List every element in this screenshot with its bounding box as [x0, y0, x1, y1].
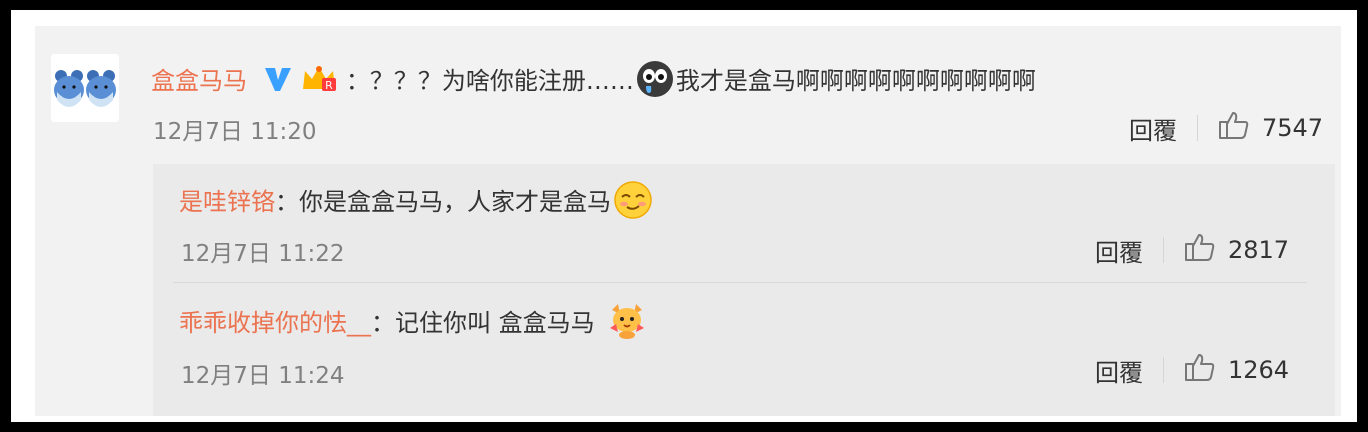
comment-text-part1: ：？？？为啥你能注册……	[345, 67, 634, 95]
smirk-emoji-icon	[613, 180, 653, 226]
reply-username[interactable]: 乖乖收掉你的怯__	[179, 309, 371, 337]
action-divider	[1197, 115, 1198, 141]
crying-emoji-icon	[636, 60, 674, 104]
thumbs-up-icon	[1218, 110, 1250, 146]
thumbs-up-icon	[1184, 352, 1216, 388]
like-count: 1264	[1228, 356, 1290, 384]
crown-badge-icon[interactable]: R	[300, 63, 338, 101]
reply-actions: 回覆 2817	[1095, 232, 1289, 268]
comment-actions: 回覆 7547	[1129, 110, 1323, 146]
action-divider	[1163, 357, 1164, 383]
reply-username[interactable]: 是哇锌铬	[179, 188, 275, 216]
reply-line: 是哇锌铬：你是盒盒马马，人家才是盒马	[179, 180, 653, 226]
avatar-image	[54, 70, 116, 107]
reply-line: 乖乖收掉你的怯__：记住你叫 盒盒马马	[179, 302, 648, 346]
like-count: 2817	[1228, 236, 1290, 264]
reply-button[interactable]: 回覆	[1129, 111, 1177, 146]
reply-actions: 回覆 1264	[1095, 352, 1289, 388]
reply-time: 12月7日 11:24	[181, 363, 345, 389]
comment-line: 盒盒马马 R ：？？？为啥你能注册…… 我才是盒马啊啊啊啊啊啊啊啊啊啊	[151, 60, 1036, 104]
like-button[interactable]: 1264	[1184, 352, 1289, 388]
comment-username[interactable]: 盒盒马马	[151, 67, 247, 95]
reply-button[interactable]: 回覆	[1095, 233, 1143, 268]
cute-animal-emoji-icon	[606, 302, 648, 346]
comment-card: 盒盒马马 R ：？？？为啥你能注册…… 我才是盒马啊啊啊啊啊啊啊啊啊啊 12月7…	[35, 26, 1341, 416]
reply-divider	[173, 282, 1307, 283]
screenshot-frame: 盒盒马马 R ：？？？为啥你能注册…… 我才是盒马啊啊啊啊啊啊啊啊啊啊 12月7…	[11, 10, 1357, 422]
reply-time: 12月7日 11:22	[181, 241, 345, 267]
reply-text: ：记住你叫 盒盒马马	[371, 309, 595, 337]
thumbs-up-icon	[1184, 232, 1216, 268]
reply-button[interactable]: 回覆	[1095, 353, 1143, 388]
like-button[interactable]: 2817	[1184, 232, 1289, 268]
action-divider	[1163, 237, 1164, 263]
replies-block: 是哇锌铬：你是盒盒马马，人家才是盒马 12月7日 11:22 回覆 2817 乖…	[153, 164, 1335, 416]
avatar[interactable]	[51, 54, 119, 122]
comment-text-part2: 我才是盒马啊啊啊啊啊啊啊啊啊啊	[675, 67, 1036, 95]
like-count: 7547	[1262, 114, 1324, 142]
v-verified-icon[interactable]	[263, 64, 293, 100]
svg-text:R: R	[325, 79, 333, 92]
like-button[interactable]: 7547	[1218, 110, 1323, 146]
comment-time: 12月7日 11:20	[153, 119, 317, 145]
reply-text: ：你是盒盒马马，人家才是盒马	[275, 188, 611, 216]
